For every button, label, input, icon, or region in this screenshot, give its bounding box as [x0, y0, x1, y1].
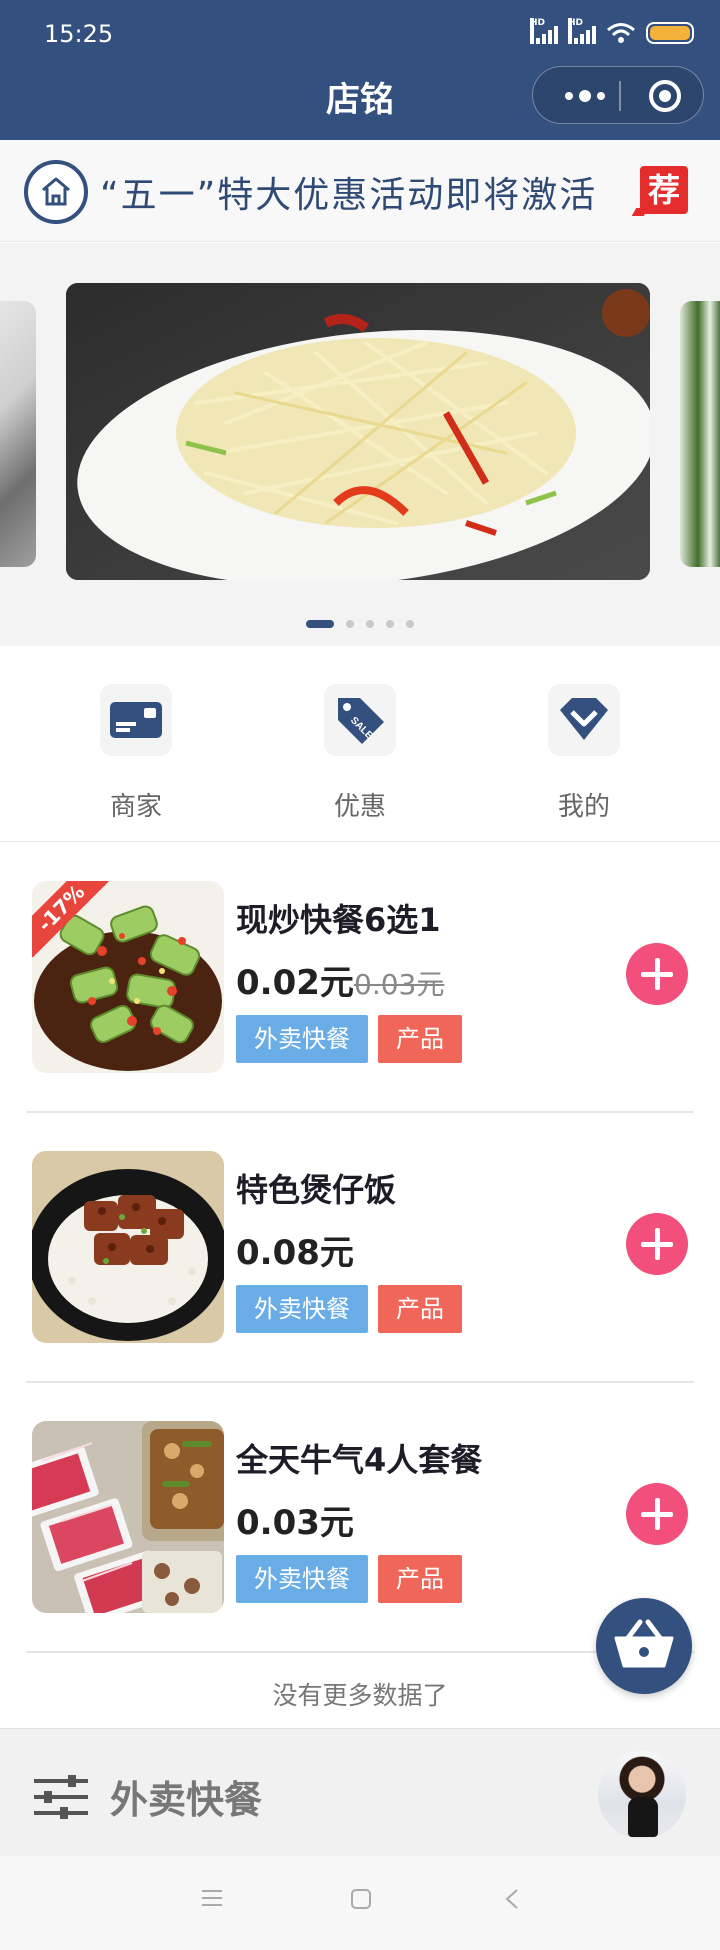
carousel-slide-next[interactable] — [680, 301, 720, 567]
category-tag: 外卖快餐 — [236, 1015, 368, 1063]
carousel-dot[interactable] — [306, 620, 334, 628]
signal-hd-label-2: HD — [568, 18, 583, 44]
product-card[interactable]: 特色煲仔饭 0.08元 外卖快餐 产品 — [26, 1113, 694, 1383]
signal-icon-2: HD — [568, 18, 596, 44]
app-header: 15:25 HD HD 店铭 — [0, 0, 720, 140]
target-circle-icon[interactable] — [649, 80, 681, 112]
avatar[interactable] — [598, 1751, 686, 1839]
carousel-slide-image[interactable] — [66, 283, 650, 580]
product-old-price: 0.03元 — [354, 968, 445, 1001]
mini-program-capsule — [532, 66, 704, 124]
carousel-dot[interactable] — [346, 620, 354, 628]
shredded-potato-dish-image — [66, 283, 650, 580]
home-square-icon[interactable] — [350, 1888, 372, 1910]
notice-bar[interactable]: “五一”特大优惠活动即将激活 荐 — [0, 140, 720, 242]
home-icon[interactable] — [24, 160, 88, 224]
type-tag: 产品 — [378, 1015, 462, 1063]
product-image[interactable]: -17% — [32, 881, 224, 1073]
product-name: 全天牛气4人套餐 — [236, 1441, 483, 1479]
carousel-dot[interactable] — [386, 620, 394, 628]
product-price: 0.03元 — [236, 1503, 354, 1543]
wifi-icon — [607, 23, 635, 43]
category-tag: 外卖快餐 — [236, 1285, 368, 1333]
category-tag: 外卖快餐 — [236, 1555, 368, 1603]
type-tag: 产品 — [378, 1285, 462, 1333]
product-card[interactable]: -17% 现炒快餐6选1 0.02元 0.03元 外卖快餐 产品 — [26, 843, 694, 1113]
signal-hd-label: HD — [530, 18, 545, 44]
nav-label: 我的 — [557, 792, 610, 822]
add-to-cart-button[interactable] — [626, 1483, 688, 1545]
recommend-badge: 荐 — [640, 166, 688, 214]
banner-carousel[interactable] — [0, 243, 720, 646]
bottom-category-bar[interactable]: 外卖快餐 — [0, 1728, 720, 1856]
battery-icon — [646, 22, 694, 44]
nav-item-merchant[interactable]: 商家 — [76, 684, 196, 823]
current-category-label: 外卖快餐 — [110, 1778, 263, 1822]
nav-grid: 商家 SALE 优惠 我的 — [0, 646, 720, 842]
cart-button[interactable] — [596, 1598, 692, 1694]
status-time: 15:25 — [44, 20, 114, 48]
type-tag: 产品 — [378, 1555, 462, 1603]
card-icon — [100, 684, 172, 756]
carousel-slide-prev[interactable] — [0, 301, 36, 567]
signal-icon: HD — [530, 18, 558, 44]
notice-text: “五一”特大优惠活动即将激活 — [100, 175, 598, 216]
menu-icon[interactable] — [200, 1888, 224, 1908]
back-icon[interactable] — [504, 1888, 520, 1910]
nav-item-discount[interactable]: SALE 优惠 — [300, 684, 420, 823]
carousel-indicators — [0, 620, 720, 628]
more-dots-icon[interactable] — [555, 67, 615, 125]
filter-sliders-icon[interactable] — [32, 1775, 90, 1819]
nav-label: 商家 — [109, 792, 162, 822]
carousel-dot[interactable] — [406, 620, 414, 628]
nav-label: 优惠 — [333, 792, 386, 822]
product-name: 特色煲仔饭 — [236, 1171, 397, 1209]
product-card[interactable]: 全天牛气4人套餐 0.03元 外卖快餐 产品 — [26, 1383, 694, 1653]
system-navigation-bar — [0, 1856, 720, 1950]
divider — [26, 1651, 694, 1653]
product-price: 0.02元 — [236, 963, 354, 1003]
carousel-dot[interactable] — [366, 620, 374, 628]
add-to-cart-button[interactable] — [626, 943, 688, 1005]
status-icons: HD HD — [530, 18, 694, 44]
capsule-divider — [619, 81, 621, 111]
basket-icon — [614, 1619, 674, 1668]
product-image[interactable] — [32, 1151, 224, 1343]
product-name: 现炒快餐6选1 — [236, 901, 441, 939]
product-image[interactable] — [32, 1421, 224, 1613]
sale-tag-icon: SALE — [324, 684, 396, 756]
diamond-icon — [548, 684, 620, 756]
add-to-cart-button[interactable] — [626, 1213, 688, 1275]
product-price: 0.08元 — [236, 1233, 354, 1273]
nav-item-mine[interactable]: 我的 — [524, 684, 644, 823]
